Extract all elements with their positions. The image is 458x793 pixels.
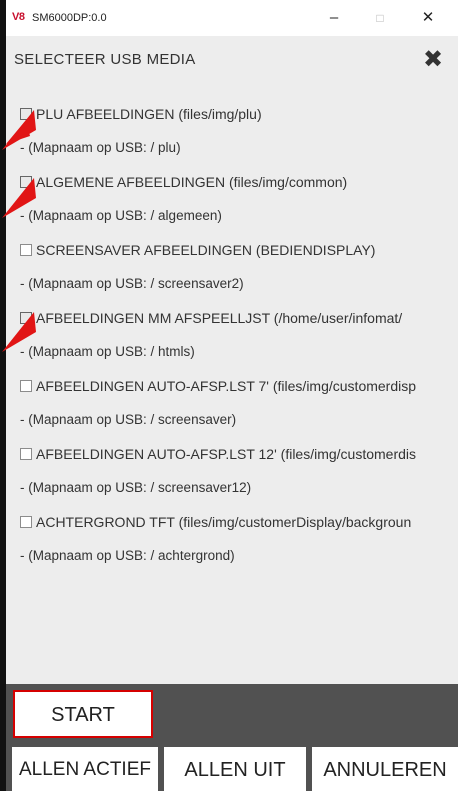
item-label: ACHTERGROND TFT (files/img/customerDispl… (36, 514, 412, 530)
maximize-button[interactable]: □ (360, 6, 400, 30)
item-label: ALGEMENE AFBEELDINGEN (files/img/common) (36, 174, 348, 190)
item-folder: - (Mapnaam op USB: / screensaver) (20, 412, 237, 427)
item-label: SCREENSAVER AFBEELDINGEN (BEDIENDISPLAY) (36, 242, 376, 258)
item-label: PLU AFBEELDINGEN (files/img/plu) (36, 106, 262, 122)
item-label: AFBEELDINGEN AUTO-AFSP.LST 7' (files/img… (36, 378, 417, 394)
list-item: ACHTERGROND TFT (files/img/customerDispl… (6, 514, 458, 576)
annotation-arrow-icon (2, 312, 36, 352)
window-title: SM6000DP:0.0 (32, 12, 107, 24)
annotation-arrow-icon (2, 178, 36, 218)
list-item: AFBEELDINGEN AUTO-AFSP.LST 12' (files/im… (6, 446, 458, 508)
checkbox-icon[interactable] (20, 380, 32, 392)
item-folder: - (Mapnaam op USB: / screensaver12) (20, 480, 252, 495)
dialog-content: SELECTEER USB MEDIA ✖ PLU AFBEELDINGEN (… (6, 36, 458, 684)
checkbox-row[interactable]: SCREENSAVER AFBEELDINGEN (BEDIENDISPLAY) (20, 242, 375, 258)
checkbox-row[interactable]: AFBEELDINGEN AUTO-AFSP.LST 12' (files/im… (20, 446, 416, 462)
item-folder: - (Mapnaam op USB: / achtergrond) (20, 548, 235, 563)
dialog-title: SELECTEER USB MEDIA (14, 51, 196, 68)
annuleren-button[interactable]: ANNULEREN (312, 747, 458, 791)
app-logo-icon: V8 (12, 11, 25, 23)
list-item: AFBEELDINGEN AUTO-AFSP.LST 7' (files/img… (6, 378, 458, 440)
checkbox-row[interactable]: PLU AFBEELDINGEN (files/img/plu) (20, 106, 262, 122)
annotation-arrow-icon (2, 110, 36, 150)
item-folder: - (Mapnaam op USB: / plu) (20, 140, 181, 155)
checkbox-icon[interactable] (20, 516, 32, 528)
list-item: ALGEMENE AFBEELDINGEN (files/img/common)… (6, 174, 458, 236)
allen-actief-button[interactable]: ALLEN ACTIEF (12, 747, 158, 791)
checkbox-icon[interactable] (20, 244, 32, 256)
list-item: AFBEELDINGEN MM AFSPEELLJST (/home/user/… (6, 310, 458, 372)
item-folder: - (Mapnaam op USB: / screensaver2) (20, 276, 244, 291)
button-bar: START ALLEN ACTIEF ALLEN UIT ANNULEREN (6, 684, 458, 791)
start-button[interactable]: START (14, 691, 152, 737)
window-titlebar: V8 SM6000DP:0.0 – □ ✕ (6, 0, 458, 36)
item-label: AFBEELDINGEN AUTO-AFSP.LST 12' (files/im… (36, 446, 417, 462)
checkbox-row[interactable]: AFBEELDINGEN AUTO-AFSP.LST 7' (files/img… (20, 378, 416, 394)
minimize-button[interactable]: – (314, 6, 354, 30)
item-folder: - (Mapnaam op USB: / htmls) (20, 344, 195, 359)
list-item: SCREENSAVER AFBEELDINGEN (BEDIENDISPLAY)… (6, 242, 458, 304)
checkbox-row[interactable]: ACHTERGROND TFT (files/img/customerDispl… (20, 514, 411, 530)
list-item: PLU AFBEELDINGEN (files/img/plu) - (Mapn… (6, 106, 458, 168)
checkbox-row[interactable]: ALGEMENE AFBEELDINGEN (files/img/common) (20, 174, 347, 190)
checkbox-row[interactable]: AFBEELDINGEN MM AFSPEELLJST (/home/user/… (20, 310, 402, 326)
item-label: AFBEELDINGEN MM AFSPEELLJST (/home/user/… (36, 310, 403, 326)
window-close-button[interactable]: ✕ (408, 6, 448, 30)
allen-uit-button[interactable]: ALLEN UIT (164, 747, 306, 791)
checkbox-icon[interactable] (20, 448, 32, 460)
close-icon[interactable]: ✖ (423, 45, 443, 74)
item-folder: - (Mapnaam op USB: / algemeen) (20, 208, 222, 223)
